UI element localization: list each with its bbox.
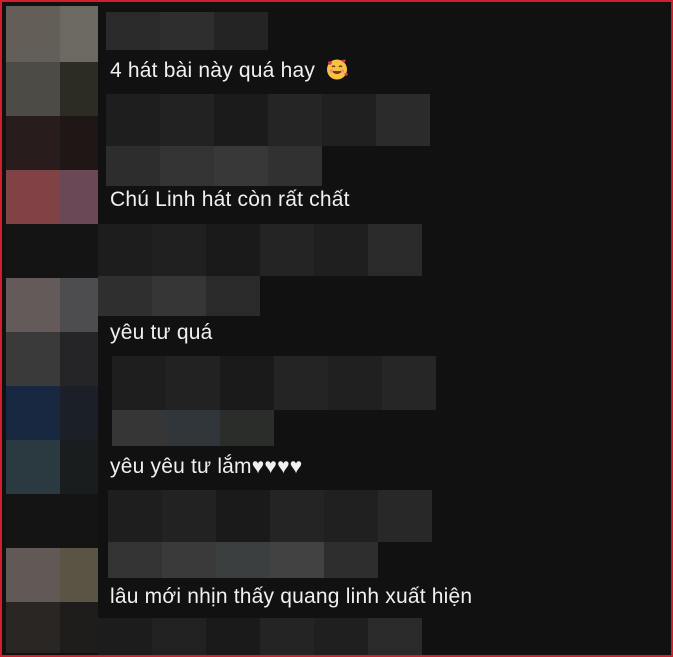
comment-text-4: yêu yêu tư lắm♥♥♥♥ (110, 454, 302, 480)
comment-4-label: yêu yêu tư lắm♥♥♥♥ (110, 455, 303, 478)
comment-3-label: yêu tư quá (110, 321, 213, 344)
comment-text-2: Chú Linh hát còn rất chất (110, 187, 350, 213)
comment-5-label: lâu mới nhịn thấy quang linh xuất hiện (110, 585, 473, 608)
screenshot-frame: 4 hát bài này quá hay Chú Linh hát còn r… (0, 0, 673, 657)
comment-1-label: 4 hát bài này quá hay (110, 59, 316, 82)
comment-text-5: lâu mới nhịn thấy quang linh xuất hiện (110, 584, 472, 610)
smiling-face-with-hearts-icon (325, 57, 349, 81)
comment-text-3: yêu tư quá (110, 320, 212, 346)
comment-2-label: Chú Linh hát còn rất chất (110, 188, 350, 211)
comment-text-1: 4 hát bài này quá hay (110, 57, 349, 84)
